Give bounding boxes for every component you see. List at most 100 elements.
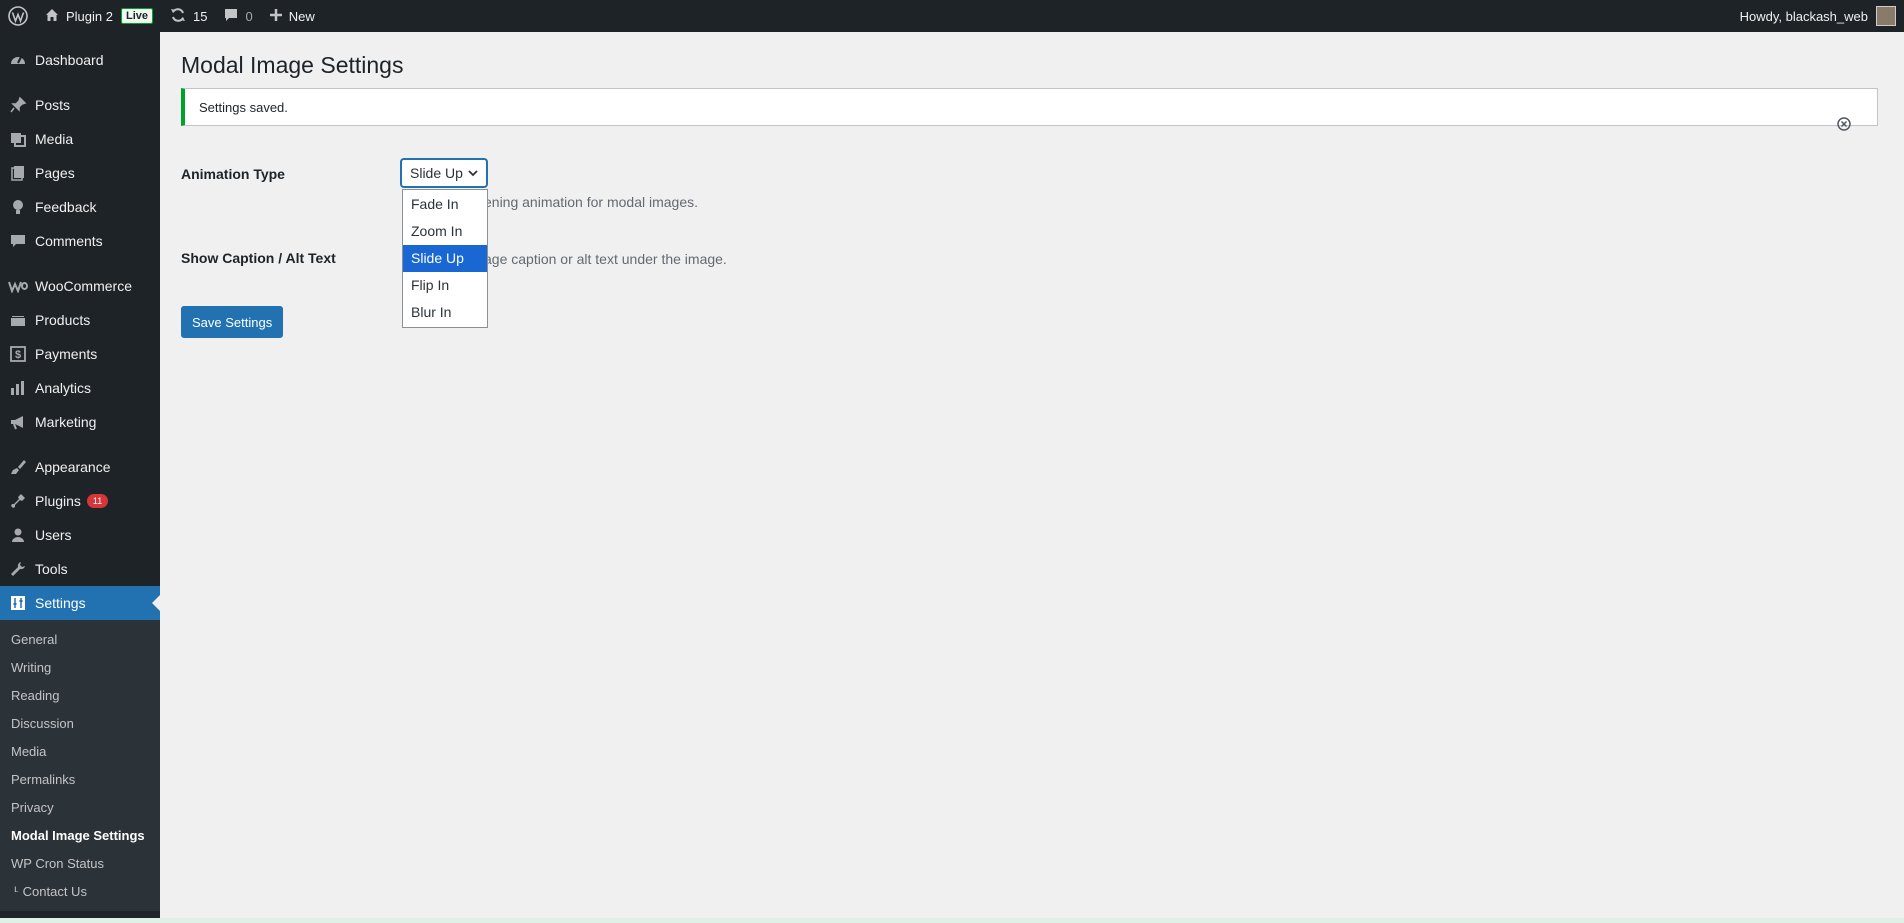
- sidebar-item-label: Dashboard: [35, 52, 104, 68]
- dropdown-option-blur-in[interactable]: Blur In: [403, 299, 487, 326]
- woocommerce-icon: [8, 276, 28, 296]
- home-icon: [44, 7, 60, 26]
- sidebar-item-woocommerce[interactable]: WooCommerce: [0, 269, 160, 303]
- sidebar-item-label: Marketing: [35, 414, 97, 430]
- sidebar-item-analytics[interactable]: Analytics: [0, 371, 160, 405]
- page-title: Modal Image Settings: [181, 52, 404, 78]
- success-notice: Settings saved.: [181, 88, 1878, 131]
- submenu-item-media[interactable]: Media: [0, 738, 160, 766]
- tools-icon: [8, 559, 28, 579]
- animation-type-description: ening animation for modal images.: [484, 194, 699, 210]
- submenu-item-general[interactable]: General: [0, 626, 160, 654]
- sidebar-item-users[interactable]: Users: [0, 518, 160, 552]
- sidebar-item-marketing[interactable]: Marketing: [0, 405, 160, 439]
- wordpress-logo-icon[interactable]: [0, 0, 36, 32]
- select-value: Slide Up: [410, 165, 463, 181]
- animation-type-dropdown: Fade In Zoom In Slide Up Flip In Blur In: [402, 189, 488, 328]
- sidebar-item-label: WooCommerce: [35, 278, 132, 294]
- sidebar-item-label: Comments: [35, 233, 103, 249]
- main-content: Modal Image Settings Settings saved. Ani…: [160, 32, 1904, 923]
- save-settings-button[interactable]: Save Settings: [181, 306, 284, 338]
- sidebar-item-tools[interactable]: Tools: [0, 552, 160, 586]
- site-name-link[interactable]: Plugin 2 Live: [36, 0, 161, 32]
- svg-text:$: $: [15, 349, 21, 361]
- pin-icon: [8, 95, 28, 115]
- new-content-link[interactable]: New: [261, 0, 323, 32]
- sidebar-item-label: Appearance: [35, 459, 111, 475]
- sidebar-item-posts[interactable]: Posts: [0, 88, 160, 122]
- dropdown-option-fade-in[interactable]: Fade In: [403, 191, 487, 218]
- sidebar-item-settings[interactable]: Settings: [0, 586, 160, 620]
- bottom-strip: [0, 918, 1904, 923]
- submenu-item-writing[interactable]: Writing: [0, 654, 160, 682]
- comments-icon: [8, 231, 28, 251]
- show-caption-description: age caption or alt text under the image.: [484, 251, 727, 267]
- users-icon: [8, 525, 28, 545]
- comments-count: 0: [245, 8, 253, 24]
- marketing-icon: [8, 412, 28, 432]
- sidebar-item-label: Media: [35, 131, 74, 147]
- updates-link[interactable]: 15: [161, 0, 215, 32]
- notice-message: Settings saved.: [199, 100, 288, 115]
- animation-type-label: Animation Type: [181, 166, 285, 182]
- dropdown-option-flip-in[interactable]: Flip In: [403, 272, 487, 299]
- payments-icon: $: [8, 344, 28, 364]
- admin-sidebar: Dashboard Posts Media Pages Feedback Com…: [0, 32, 160, 923]
- media-icon: [8, 129, 28, 149]
- comments-link[interactable]: 0: [215, 0, 260, 32]
- plugins-update-badge: 11: [86, 494, 109, 508]
- sidebar-item-appearance[interactable]: Appearance: [0, 450, 160, 484]
- sidebar-item-label: Pages: [35, 165, 75, 181]
- updates-icon: [169, 6, 187, 27]
- dismiss-icon[interactable]: [1837, 117, 1851, 131]
- admin-bar: Plugin 2 Live 15 0 New Howdy, blackash_w…: [0, 0, 1904, 32]
- sidebar-item-label: Products: [35, 312, 91, 328]
- sub-arrow-icon: ᒻ: [14, 884, 23, 899]
- submenu-item-wp-cron-status[interactable]: WP Cron Status: [0, 850, 160, 878]
- sidebar-item-label: Settings: [35, 595, 86, 611]
- feedback-icon: [8, 197, 28, 217]
- appearance-icon: [8, 457, 28, 477]
- animation-type-select[interactable]: Slide Up: [401, 159, 487, 187]
- sidebar-item-products[interactable]: Products: [0, 303, 160, 337]
- site-name: Plugin 2: [66, 8, 113, 24]
- settings-icon: [8, 593, 28, 613]
- submenu-item-contact-us[interactable]: ᒻ Contact Us: [0, 878, 160, 906]
- sidebar-item-dashboard[interactable]: Dashboard: [0, 43, 160, 77]
- submenu-item-discussion[interactable]: Discussion: [0, 710, 160, 738]
- sidebar-item-label: Analytics: [35, 380, 92, 396]
- dashboard-icon: [8, 50, 28, 70]
- sidebar-item-label: Tools: [35, 561, 68, 577]
- sidebar-item-plugins[interactable]: Plugins 11: [0, 484, 160, 518]
- sidebar-item-label: Payments: [35, 346, 98, 362]
- updates-count: 15: [193, 8, 208, 24]
- sidebar-item-payments[interactable]: $ Payments: [0, 337, 160, 371]
- chevron-down-icon: [466, 166, 480, 183]
- submenu-item-label: Contact Us: [22, 884, 87, 899]
- pages-icon: [8, 163, 28, 183]
- live-badge: Live: [120, 8, 153, 24]
- sidebar-item-pages[interactable]: Pages: [0, 156, 160, 190]
- submenu-item-reading[interactable]: Reading: [0, 682, 160, 710]
- account-menu[interactable]: Howdy, blackash_web: [1732, 0, 1904, 32]
- show-caption-label: Show Caption / Alt Text: [181, 250, 336, 266]
- analytics-icon: [8, 378, 28, 398]
- plus-icon: [269, 8, 283, 25]
- new-label: New: [288, 8, 315, 24]
- sidebar-item-label: Feedback: [35, 199, 97, 215]
- products-icon: [8, 310, 28, 330]
- sidebar-item-label: Plugins: [35, 493, 81, 509]
- dropdown-option-slide-up[interactable]: Slide Up: [403, 245, 487, 272]
- sidebar-item-media[interactable]: Media: [0, 122, 160, 156]
- sidebar-item-comments[interactable]: Comments: [0, 224, 160, 258]
- submenu-item-modal-image-settings[interactable]: Modal Image Settings: [0, 822, 160, 850]
- submenu-item-privacy[interactable]: Privacy: [0, 794, 160, 822]
- howdy-text: Howdy, blackash_web: [1739, 8, 1868, 24]
- sidebar-item-label: Posts: [35, 97, 71, 113]
- comment-bubble-icon: [223, 7, 239, 26]
- dropdown-option-zoom-in[interactable]: Zoom In: [403, 218, 487, 245]
- submenu-item-permalinks[interactable]: Permalinks: [0, 766, 160, 794]
- sidebar-item-feedback[interactable]: Feedback: [0, 190, 160, 224]
- plugins-icon: [8, 491, 28, 511]
- avatar: [1876, 6, 1896, 26]
